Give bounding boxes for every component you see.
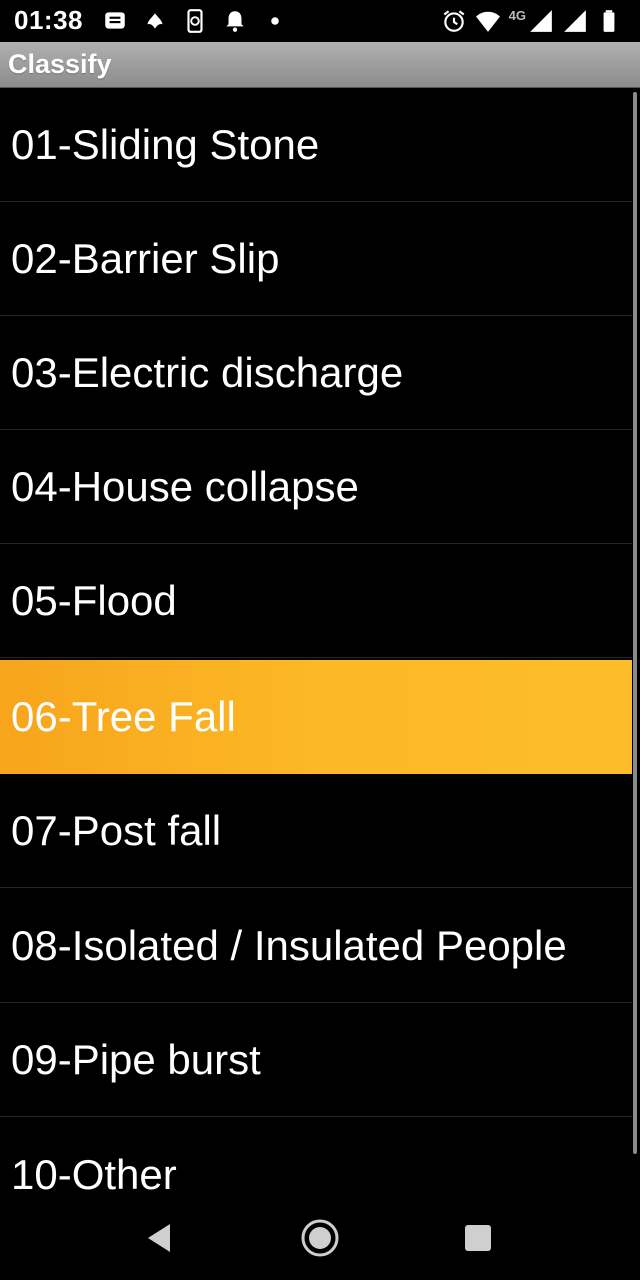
message-icon (102, 8, 128, 34)
list-item[interactable]: 01-Sliding Stone (0, 88, 632, 202)
status-time: 01:38 (14, 5, 83, 35)
recents-icon[interactable] (458, 1218, 498, 1258)
list-item-selected[interactable]: 06-Tree Fall (0, 660, 632, 774)
status-right-icons: 4G (441, 8, 622, 34)
dot-icon (262, 8, 288, 34)
status-bar: 01:38 4G (0, 0, 640, 42)
phone-sync-icon (182, 8, 208, 34)
list-item[interactable]: 08-Isolated / Insulated People (0, 889, 632, 1003)
bell-icon (222, 8, 248, 34)
list-item[interactable]: 03-Electric discharge (0, 316, 632, 430)
system-nav-bar (0, 1202, 640, 1280)
screen: 01:38 4G Classify 01-Sliding Stone 02-Ba… (0, 0, 640, 1280)
list-item-label: 03-Electric discharge (11, 348, 404, 396)
list-item-label: 06-Tree Fall (11, 693, 236, 740)
list-item[interactable]: 05-Flood (0, 544, 632, 658)
alarm-icon (441, 8, 467, 34)
list-item-label: 04-House collapse (11, 462, 359, 510)
list-scrollbar[interactable] (633, 92, 637, 1154)
classify-list[interactable]: 01-Sliding Stone 02-Barrier Slip 03-Elec… (0, 88, 640, 1202)
signal-icon (528, 8, 554, 34)
page-title: Classify (8, 49, 112, 79)
list-item[interactable]: 02-Barrier Slip (0, 202, 632, 316)
battery-icon (596, 8, 622, 34)
app-title-bar: Classify (0, 42, 640, 88)
list-item[interactable]: 04-House collapse (0, 430, 632, 544)
network-type-label: 4G (508, 7, 526, 23)
list-item-label: 08-Isolated / Insulated People (11, 921, 567, 969)
list-item[interactable]: 07-Post fall (0, 774, 632, 888)
status-left-icons (102, 8, 288, 34)
list-item[interactable]: 10-Other (0, 1118, 632, 1202)
list-item-label: 01-Sliding Stone (11, 120, 320, 168)
back-icon[interactable] (140, 1218, 180, 1258)
list-item-label: 05-Flood (11, 576, 177, 624)
wifi-icon (475, 8, 501, 34)
signal-icon (562, 8, 588, 34)
home-icon[interactable] (300, 1218, 340, 1258)
list-item-label: 10-Other (11, 1151, 177, 1198)
list-item[interactable]: 09-Pipe burst (0, 1003, 632, 1117)
list-item-label: 07-Post fall (11, 806, 222, 854)
list-item-label: 02-Barrier Slip (11, 234, 280, 282)
list-item-label: 09-Pipe burst (11, 1035, 261, 1083)
app-notification-icon (142, 8, 168, 34)
